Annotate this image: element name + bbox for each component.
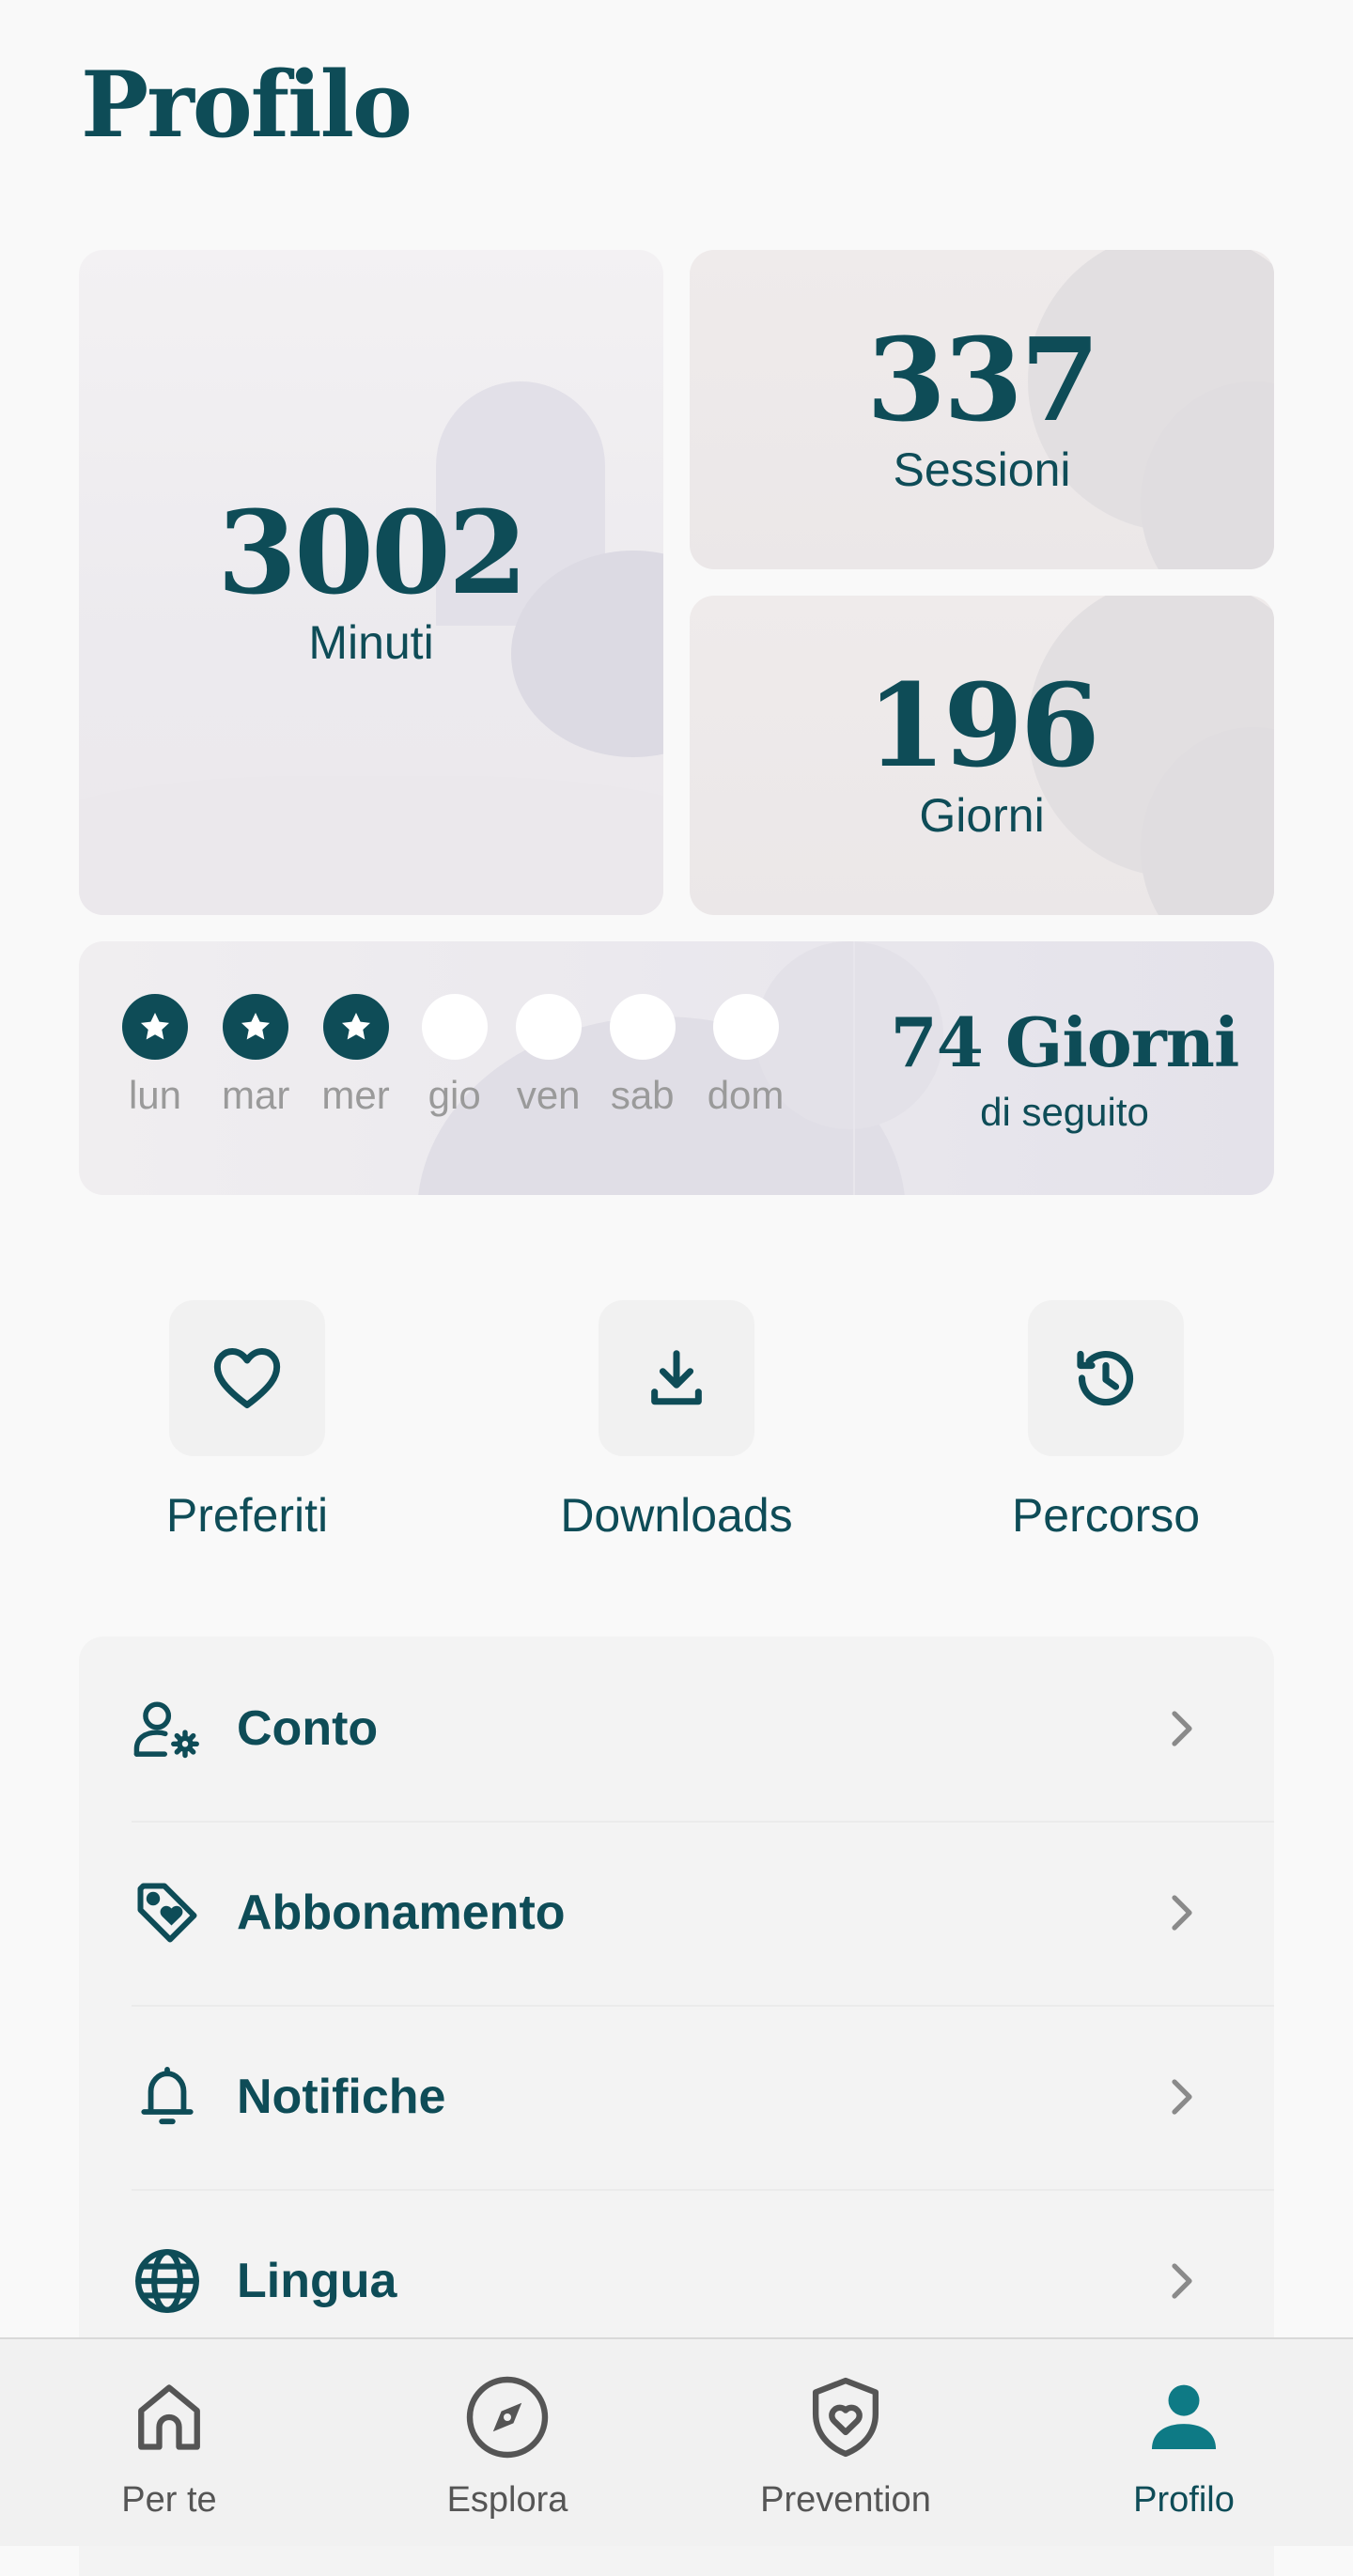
stat-value-days: 196	[866, 658, 1100, 793]
week-day-mar: mar	[222, 994, 289, 1118]
downloads-tile[interactable]	[599, 1300, 754, 1456]
settings-row-label: Conto	[237, 1701, 379, 1756]
chevron-right-icon	[1163, 2069, 1201, 2125]
week-day-label: mar	[222, 1073, 290, 1117]
week-day-sab: sab	[609, 994, 676, 1118]
week-day-label: ven	[516, 1073, 581, 1117]
nav-label: Prevention	[760, 2480, 931, 2520]
week-day-label: dom	[707, 1073, 785, 1117]
week-day-label: mer	[321, 1073, 390, 1117]
day-empty-dot	[712, 994, 779, 1060]
stat-card-minutes: 3002 Minuti	[79, 250, 663, 915]
day-completed-dot	[322, 994, 389, 1060]
bottom-nav: Per te Esplora Prevention Profilo	[0, 2337, 1353, 2546]
day-empty-dot	[609, 994, 676, 1060]
star-icon	[140, 1012, 170, 1040]
page-title: Profilo	[81, 52, 412, 158]
bell-icon	[132, 2061, 203, 2133]
quick-action-label: Percorso	[1011, 1489, 1201, 1542]
stat-label-minutes: Minuti	[308, 616, 434, 669]
settings-row-conto[interactable]: Conto	[79, 1637, 1274, 1821]
nav-item-profilo[interactable]: Profilo	[1043, 2339, 1325, 2546]
history-icon	[1077, 1350, 1134, 1406]
week-days: lun mar mer gio ven sab dom	[122, 994, 784, 1118]
streak-summary: 74 Giorni di seguito	[855, 941, 1274, 1195]
settings-row-label: Lingua	[237, 2254, 397, 2308]
stat-card-sessions: 337 Sessioni	[690, 250, 1274, 569]
week-day-dom: dom	[707, 994, 785, 1118]
percorso-tile[interactable]	[1028, 1300, 1184, 1456]
nav-item-prevention[interactable]: Prevention	[705, 2339, 987, 2546]
stat-label-sessions: Sessioni	[893, 443, 1071, 496]
download-icon	[651, 1350, 702, 1405]
user-settings-icon	[132, 1693, 203, 1764]
stat-card-days: 196 Giorni	[690, 596, 1274, 915]
quick-action-percorso[interactable]: Percorso	[965, 1300, 1247, 1543]
chevron-right-icon	[1163, 1700, 1201, 1757]
nav-label: Per te	[121, 2480, 217, 2520]
nav-label: Profilo	[1133, 2480, 1235, 2520]
quick-action-preferiti[interactable]: Preferiti	[106, 1300, 388, 1543]
tag-heart-icon	[132, 1877, 203, 1948]
profile-icon	[1132, 2366, 1236, 2469]
home-icon	[117, 2366, 221, 2469]
week-day-label: lun	[128, 1073, 182, 1117]
nav-item-esplora[interactable]: Esplora	[366, 2339, 648, 2546]
compass-icon	[456, 2366, 559, 2469]
day-empty-dot	[421, 994, 488, 1060]
week-day-label: gio	[428, 1073, 481, 1117]
week-streak-card: lun mar mer gio ven sab dom 74 Giorni di segui…	[79, 941, 1274, 1195]
shield-heart-icon	[794, 2366, 897, 2469]
day-empty-dot	[515, 994, 582, 1060]
week-day-ven: ven	[515, 994, 582, 1118]
star-icon	[341, 1012, 370, 1040]
preferiti-tile[interactable]	[169, 1300, 325, 1456]
chevron-right-icon	[1163, 2253, 1201, 2309]
week-day-gio: gio	[421, 994, 488, 1118]
nav-item-per-te[interactable]: Per te	[28, 2339, 310, 2546]
settings-row-abbonamento[interactable]: Abbonamento	[79, 1821, 1274, 2005]
quick-action-downloads[interactable]: Downloads	[536, 1300, 817, 1543]
stat-value-minutes: 3002	[217, 485, 528, 620]
day-completed-dot	[122, 994, 188, 1060]
heart-icon	[213, 1348, 281, 1408]
stat-label-days: Giorni	[919, 789, 1045, 842]
stat-value-sessions: 337	[866, 312, 1100, 447]
star-icon	[241, 1012, 271, 1040]
settings-row-notifiche[interactable]: Notifiche	[79, 2005, 1274, 2189]
chevron-right-icon	[1163, 1885, 1201, 1941]
settings-row-label: Notifiche	[237, 2070, 446, 2124]
week-day-label: sab	[610, 1073, 675, 1117]
globe-icon	[132, 2245, 203, 2317]
settings-row-label: Abbonamento	[237, 1885, 566, 1940]
nav-label: Esplora	[446, 2480, 568, 2520]
week-day-lun: lun	[122, 994, 188, 1118]
week-day-mer: mer	[321, 994, 390, 1118]
streak-value: 74 Giorni	[890, 1001, 1240, 1082]
day-completed-dot	[223, 994, 289, 1060]
streak-label: di seguito	[980, 1089, 1149, 1134]
quick-action-label: Downloads	[560, 1489, 793, 1542]
quick-action-label: Preferiti	[165, 1489, 329, 1542]
